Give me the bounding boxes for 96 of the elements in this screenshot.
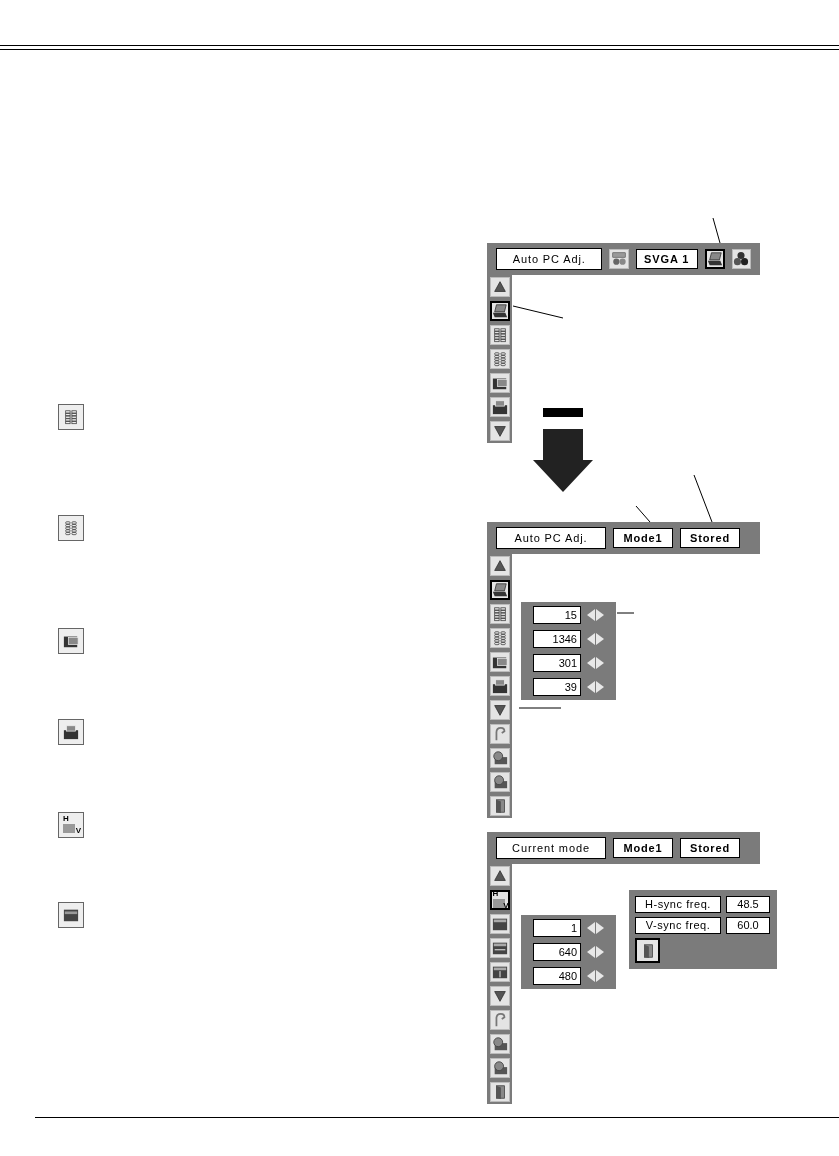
status-label: Stored (680, 528, 740, 548)
value-field[interactable]: 301 (533, 654, 581, 672)
window-icon (63, 724, 79, 740)
status-label: Stored (680, 838, 740, 858)
laptop-icon (491, 582, 508, 598)
menu-icon-button[interactable] (635, 938, 660, 963)
screen-icon (491, 940, 508, 956)
window-icon (491, 678, 508, 694)
spheres-icon (733, 251, 750, 267)
value-field[interactable]: 39 (533, 678, 581, 696)
leader-line (693, 474, 713, 523)
left-arrow-button[interactable] (587, 657, 595, 669)
triangle-down-icon (491, 702, 508, 718)
value-field[interactable]: 15 (533, 606, 581, 624)
menu-icon-button[interactable] (489, 325, 510, 345)
menu-title: Current mode (496, 837, 606, 859)
right-arrow-button[interactable] (596, 946, 604, 958)
right-arrow-button[interactable] (596, 922, 604, 934)
menu-icon-button[interactable] (489, 373, 510, 393)
grid-icon (491, 327, 508, 343)
triangle-down-icon (491, 988, 508, 1004)
right-arrow-button[interactable] (596, 970, 604, 982)
v-mark: V (75, 826, 81, 835)
v-mark: V (503, 901, 509, 910)
menu-icon-button[interactable] (489, 748, 510, 768)
info-label: H-sync freq. (635, 896, 721, 913)
grid-icon (491, 351, 508, 367)
status-label: SVGA 1 (635, 249, 698, 269)
triangle-up-icon (491, 868, 508, 884)
leader-line (512, 305, 564, 319)
menu-icon-button[interactable] (489, 652, 510, 672)
leader-line (712, 217, 721, 244)
menu-icon-button[interactable] (489, 580, 510, 600)
laptop-icon (706, 251, 723, 267)
grid-icon (63, 520, 79, 536)
menu-icon-button[interactable] (704, 249, 725, 269)
left-arrow-button[interactable] (587, 633, 595, 645)
left-arrow-button[interactable] (587, 970, 595, 982)
value-field[interactable]: 1 (533, 919, 581, 937)
right-arrow-button[interactable] (596, 609, 604, 621)
screen-icon (491, 916, 508, 932)
menu-icon-button[interactable] (489, 604, 510, 624)
screen-icon (491, 964, 508, 980)
window-icon (491, 399, 508, 415)
screen-icon (63, 824, 75, 833)
menu-icon-button[interactable] (489, 421, 510, 441)
screen-icon (492, 899, 505, 908)
window-icon (63, 907, 79, 923)
right-arrow-button[interactable] (596, 657, 604, 669)
grid-icon (63, 409, 79, 425)
menu-icon-button[interactable] (489, 914, 510, 934)
device-icon (611, 251, 628, 267)
menu-icon-button[interactable] (489, 301, 510, 321)
left-arrow-button[interactable] (587, 922, 595, 934)
menu-icon-button[interactable] (489, 397, 510, 417)
right-arrow-button[interactable] (596, 681, 604, 693)
triangle-up-icon (491, 558, 508, 574)
status-label: Mode1 (613, 838, 673, 858)
left-arrow-button[interactable] (587, 946, 595, 958)
status-label: Mode1 (613, 528, 673, 548)
leader-line (635, 505, 651, 523)
leader-line (616, 612, 635, 614)
camera-icon (491, 1060, 508, 1076)
triangle-down-icon (491, 423, 508, 439)
right-arrow-button[interactable] (596, 633, 604, 645)
left-arrow-button[interactable] (587, 609, 595, 621)
laptop-icon (491, 303, 508, 319)
menu-icon-button[interactable] (489, 938, 510, 958)
info-value: 48.5 (726, 896, 770, 913)
grid-icon (491, 630, 508, 646)
camera-icon (491, 750, 508, 766)
info-label: V-sync freq. (635, 917, 721, 934)
grid-icon (491, 606, 508, 622)
leader-line (518, 707, 562, 709)
camera-icon (491, 774, 508, 790)
value-field[interactable]: 480 (533, 967, 581, 985)
menu-title: Auto PC Adj. (496, 248, 603, 270)
menu-icon-button[interactable] (489, 277, 510, 297)
value-field[interactable]: 640 (533, 943, 581, 961)
menu-icon-button[interactable] (489, 962, 510, 982)
menu-title: Auto PC Adj. (496, 527, 606, 549)
left-arrow-button[interactable] (587, 681, 595, 693)
menu-icon-button[interactable] (489, 866, 510, 886)
camera-icon (491, 1036, 508, 1052)
menu-icon-button[interactable] (489, 700, 510, 720)
menu-icon-button[interactable] (731, 249, 751, 269)
menu-icon-button[interactable] (489, 772, 510, 792)
menu-icon-button[interactable] (489, 556, 510, 576)
menu-icon-button[interactable] (489, 676, 510, 696)
menu-icon-button[interactable] (489, 1058, 510, 1078)
menu-icon-button[interactable] (489, 986, 510, 1006)
menu-icon-button[interactable] (489, 1034, 510, 1054)
triangle-up-icon (491, 279, 508, 295)
info-value: 60.0 (726, 917, 770, 934)
value-field[interactable]: 1346 (533, 630, 581, 648)
h-mark: H (63, 814, 69, 823)
